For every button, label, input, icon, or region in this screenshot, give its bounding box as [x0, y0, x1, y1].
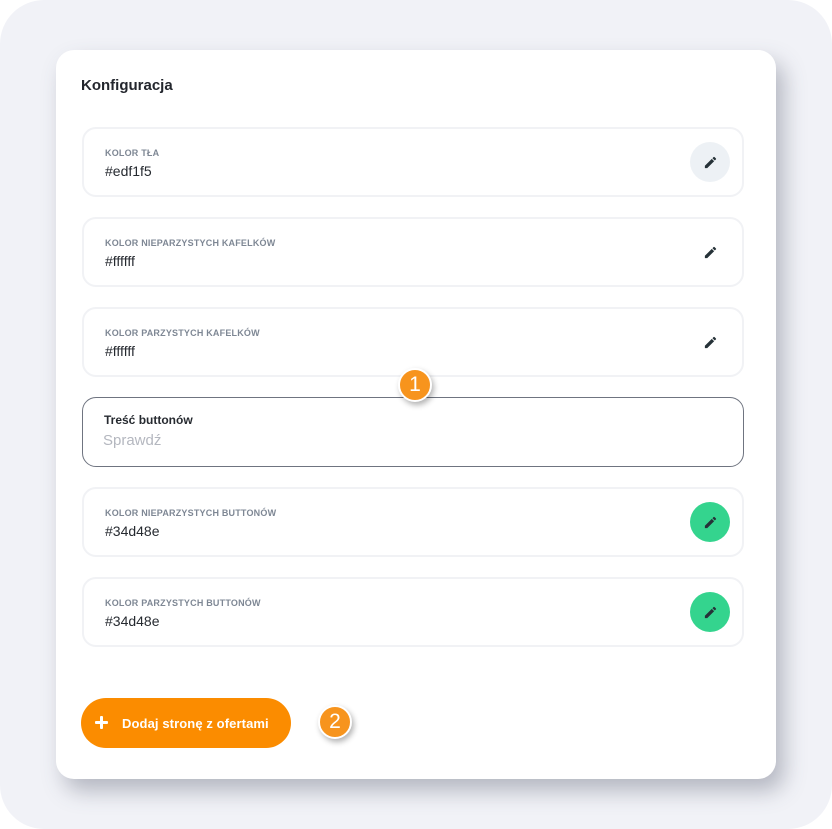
pencil-icon: [704, 336, 716, 348]
field-value: #34d48e: [105, 613, 160, 629]
pencil-icon: [704, 156, 716, 168]
annotation-marker-2: 2: [318, 705, 352, 739]
add-offers-page-button[interactable]: Dodaj stronę z ofertami: [81, 698, 291, 748]
field-value: #ffffff: [105, 253, 135, 269]
pencil-icon: [704, 606, 716, 618]
field-label: Kolor parzystych buttonów: [105, 598, 261, 608]
field-even-buttons-color: Kolor parzystych buttonów #34d48e: [82, 577, 744, 647]
field-label: Kolor parzystych kafelków: [105, 328, 260, 338]
configuration-card: Konfiguracja Kolor tła #edf1f5 Kolor nie…: [56, 50, 776, 779]
plus-icon: [95, 716, 109, 730]
field-label: Kolor tła: [105, 148, 160, 158]
field-background-color: Kolor tła #edf1f5: [82, 127, 744, 197]
pencil-icon: [704, 246, 716, 258]
add-offers-page-label: Dodaj stronę z ofertami: [122, 715, 269, 731]
field-value: #34d48e: [105, 523, 160, 539]
field-odd-tiles-color: Kolor nieparzystych kafelków #ffffff: [82, 217, 744, 287]
edit-odd-buttons-color-button[interactable]: [690, 502, 730, 542]
edit-even-tiles-color-button[interactable]: [690, 322, 730, 362]
button-text-input[interactable]: [103, 432, 503, 449]
field-odd-buttons-color: Kolor nieparzystych buttonów #34d48e: [82, 487, 744, 557]
card-title: Konfiguracja: [81, 77, 173, 94]
button-text-field[interactable]: Treść buttonów: [82, 397, 744, 467]
field-value: #ffffff: [105, 343, 135, 359]
button-text-label: Treść buttonów: [104, 413, 193, 427]
field-even-tiles-color: Kolor parzystych kafelków #ffffff: [82, 307, 744, 377]
edit-background-color-button[interactable]: [690, 142, 730, 182]
field-label: Kolor nieparzystych kafelków: [105, 238, 276, 248]
field-value: #edf1f5: [105, 163, 152, 179]
annotation-marker-1: 1: [398, 368, 432, 402]
edit-odd-tiles-color-button[interactable]: [690, 232, 730, 272]
field-label: Kolor nieparzystych buttonów: [105, 508, 277, 518]
pencil-icon: [704, 516, 716, 528]
edit-even-buttons-color-button[interactable]: [690, 592, 730, 632]
